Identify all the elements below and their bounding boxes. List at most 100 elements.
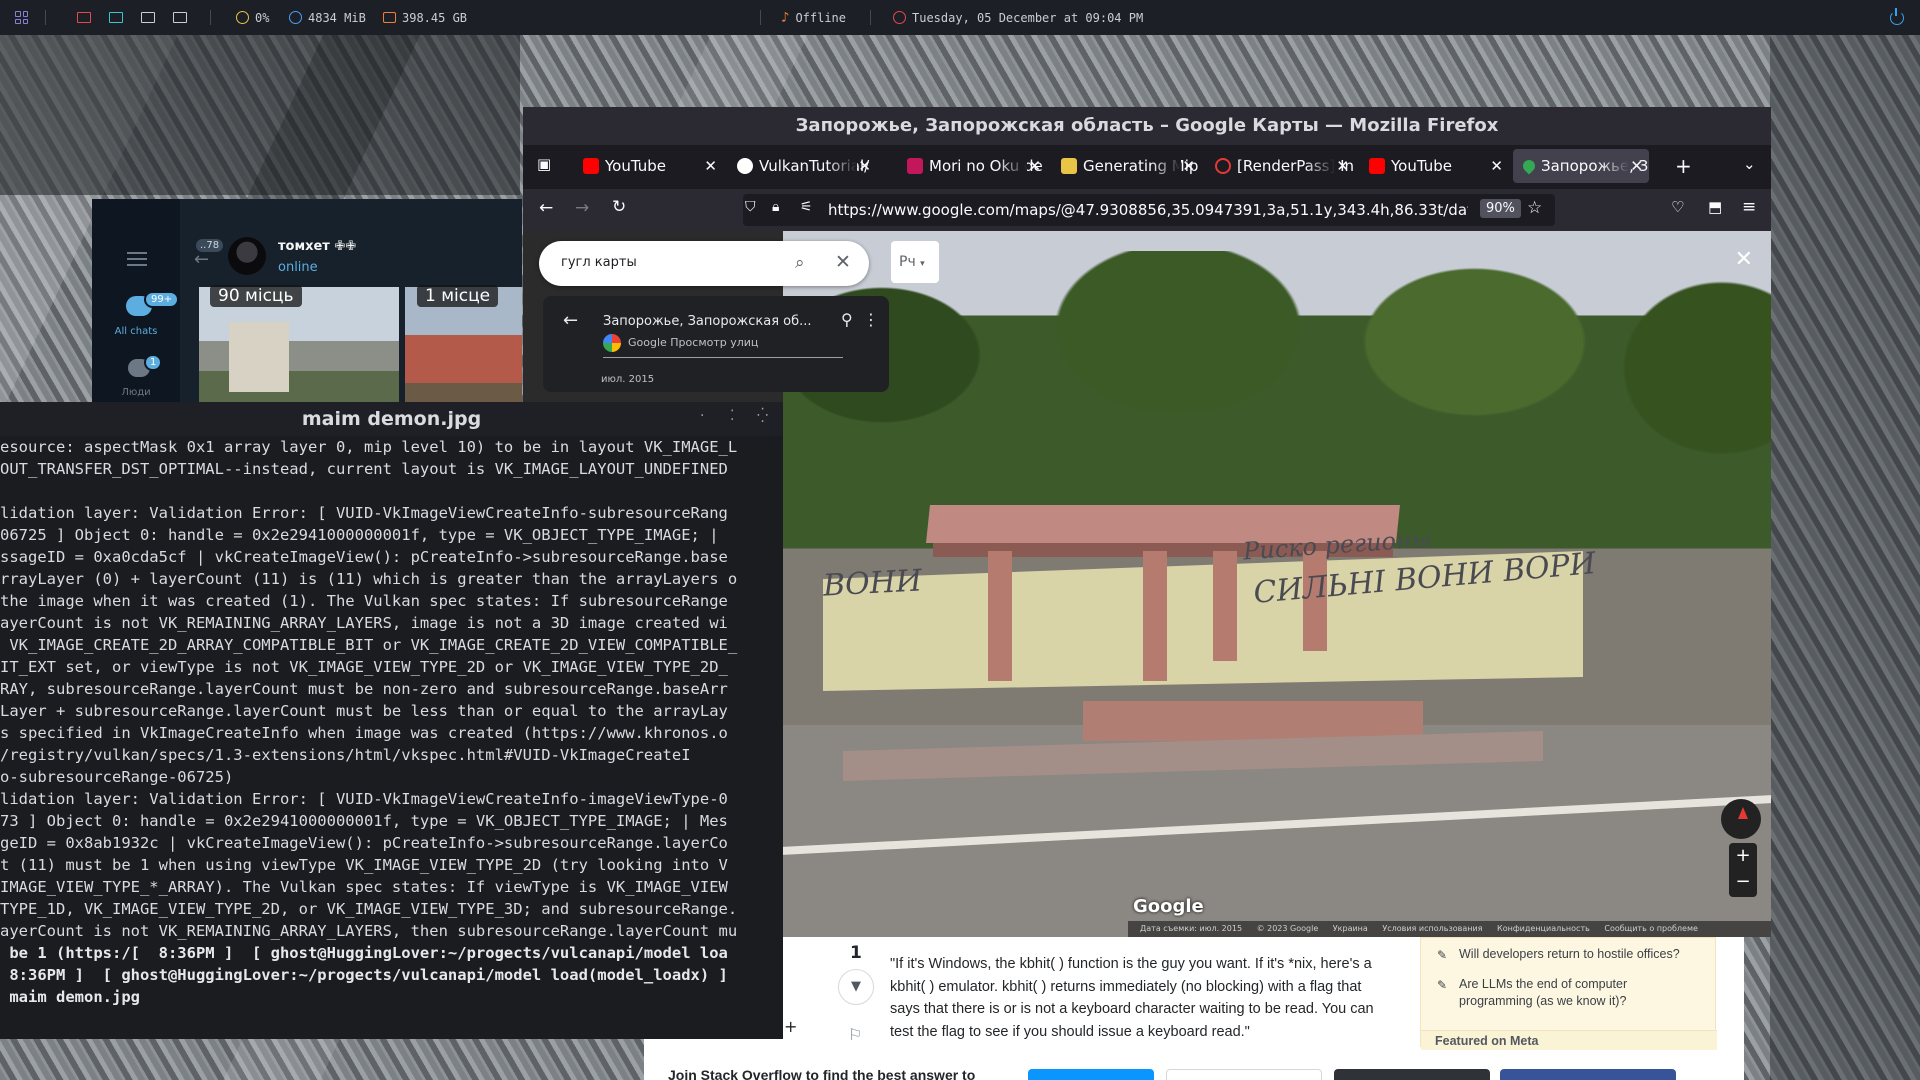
zoom-controls[interactable]: + −	[1729, 843, 1757, 897]
back-icon[interactable]: ←	[539, 198, 553, 218]
close-icon[interactable]: ✕	[1735, 247, 1753, 272]
terminal-line: rrayLayer (0) + layerCount (11) is (11) …	[0, 570, 738, 588]
list-tabs-icon[interactable]: ⌄	[1743, 155, 1756, 173]
close-icon[interactable]: ✕	[1630, 157, 1643, 175]
minimize-icon[interactable]: ·	[700, 408, 704, 424]
terminal-line: ayerCount is not VK_REMAINING_ARRAY_LAYE…	[0, 614, 728, 632]
place-source: Google Просмотр улиц	[628, 336, 759, 349]
tab-mori-no-oku[interactable]: Mori no Oku de ✕	[897, 149, 1047, 183]
street-view-panorama[interactable]: Риско регионы СИЛЬНІ ВОНИ ВОРИ ВОНИ ✕ + −…	[783, 231, 1771, 937]
compass-icon[interactable]	[1721, 799, 1761, 839]
close-icon[interactable]: ✕	[858, 157, 871, 175]
divider	[760, 10, 761, 25]
more-options-icon[interactable]: ⋮	[863, 310, 879, 329]
tab-renderpass[interactable]: [RenderPass] In ✕	[1205, 149, 1355, 183]
close-icon[interactable]: ✕	[1336, 157, 1349, 175]
people-label[interactable]: Люди	[106, 387, 166, 398]
terminal-line: be 1 (https:/[ 8:36PM ] [ ghost@HuggingL…	[0, 944, 728, 962]
power-icon	[1890, 7, 1904, 25]
location-pin-icon[interactable]: ⚲	[841, 310, 853, 329]
terminal-line: IT_EXT set, or viewType is not VK_IMAGE_…	[0, 658, 728, 676]
search-icon[interactable]: ⌕	[795, 253, 805, 273]
place-card[interactable]: ← Запорожье, Запорожская об... Google Пр…	[543, 296, 889, 392]
signup-button[interactable]	[1028, 1069, 1154, 1080]
terminal-line: o-subresourceRange-06725)	[0, 768, 234, 786]
footer-link[interactable]: Украина	[1333, 924, 1368, 933]
terminal-line: ssageID = 0xa0cda5cf | vkCreateImageView…	[0, 548, 728, 566]
terminal-line: 06725 ] Object 0: handle = 0x2e294100000…	[0, 526, 719, 544]
divider	[603, 357, 843, 358]
maximize-icon[interactable]: ⁚	[730, 408, 734, 424]
tab-vulkantutorial[interactable]: VulkanTutorial/ ✕	[727, 149, 877, 183]
shield-icon[interactable]: ⛉	[745, 199, 756, 215]
workspace-1-icon[interactable]	[77, 0, 91, 35]
language-button[interactable]: Рч ▾	[891, 241, 939, 283]
workspace-2-icon[interactable]	[109, 0, 123, 35]
tab-generating-mip[interactable]: Generating Mip ✕	[1051, 149, 1201, 183]
close-icon[interactable]: ✕	[1490, 157, 1503, 175]
terminal-output[interactable]: esource: aspectMask 0x1 array layer 0, m…	[0, 436, 783, 1008]
sidebar-link[interactable]: Will developers return to hostile office…	[1459, 946, 1699, 963]
back-arrow-icon[interactable]: ←	[194, 249, 209, 270]
url-text[interactable]: https://www.google.com/maps/@47.9308856,…	[828, 201, 1468, 219]
forward-icon[interactable]: →	[575, 198, 589, 218]
footer-link[interactable]: Конфиденциальность	[1497, 924, 1590, 933]
permissions-icon[interactable]: ⚟	[800, 199, 813, 215]
contact-name: томхет ✙✙	[278, 239, 357, 254]
music-status[interactable]: ♪ Offline	[781, 0, 846, 35]
datetime: Tuesday, 05 December at 09:04 PM	[912, 10, 1144, 25]
tab-google-maps[interactable]: Запорожье, За ✕	[1513, 149, 1649, 183]
close-icon[interactable]: ✕	[1028, 157, 1041, 175]
bookmark-icon[interactable]: ⚐	[848, 1025, 862, 1044]
maps-pin-icon	[1520, 157, 1538, 175]
terminal-line: ayerCount is not VK_REMAINING_ARRAY_LAYE…	[0, 922, 738, 940]
terminal-line: /registry/vulkan/specs/1.3-extensions/ht…	[0, 746, 691, 764]
sidebar-link[interactable]: Are LLMs the end of computer programming…	[1459, 976, 1699, 1010]
all-chats-label[interactable]: All chats	[106, 326, 166, 337]
tab-overview-icon[interactable]: ▣	[537, 155, 551, 173]
youtube-icon	[583, 158, 599, 174]
close-icon[interactable]: ⁛	[757, 408, 768, 424]
bookmark-star-icon[interactable]: ☆	[1527, 198, 1542, 218]
google-signup-button[interactable]	[1166, 1069, 1322, 1080]
plus-icon[interactable]: +	[784, 1017, 797, 1036]
menu-icon[interactable]	[127, 252, 147, 266]
pillar	[1213, 551, 1237, 661]
divider	[45, 10, 46, 25]
terminal-line: IMAGE_VIEW_TYPE_*_ARRAY). The Vulkan spe…	[0, 878, 728, 896]
back-arrow-icon[interactable]: ←	[563, 310, 578, 331]
menu-icon[interactable]: ≡	[1742, 197, 1756, 217]
terminal-title: maim demon.jpg	[0, 402, 783, 436]
pocket-icon[interactable]: ♡	[1671, 198, 1684, 216]
apps-grid-icon[interactable]	[15, 0, 28, 35]
terminal-window[interactable]: maim demon.jpg · ⁚ ⁛ esource: aspectMask…	[0, 402, 783, 1039]
downvote-button[interactable]: ▼	[838, 969, 874, 1005]
avatar[interactable]	[228, 237, 266, 275]
music-note-icon: ♪	[781, 9, 790, 26]
footer-link[interactable]: Условия использования	[1382, 924, 1482, 933]
close-icon[interactable]: ✕	[1182, 157, 1195, 175]
lock-icon[interactable]: 🔒︎	[772, 199, 779, 215]
maps-search-box[interactable]: гугл карты ⌕ ✕	[539, 241, 869, 286]
close-icon[interactable]: ✕	[704, 157, 717, 175]
place-date[interactable]: июл. 2015	[601, 374, 654, 385]
power-button[interactable]	[1890, 0, 1904, 35]
workspace-3-icon[interactable]	[141, 0, 155, 35]
clock[interactable]: Tuesday, 05 December at 09:04 PM	[893, 0, 1143, 35]
tab-youtube[interactable]: YouTube ✕	[1359, 149, 1509, 183]
youtube-icon	[1369, 158, 1385, 174]
terminal-line: geID = 0x8ab1932c | vkCreateImageView():…	[0, 834, 728, 852]
tab-bar: ▣ YouTube ✕ VulkanTutorial/ ✕ Mori no Ok…	[523, 145, 1771, 189]
zoom-level[interactable]: 90%	[1480, 199, 1521, 218]
reload-icon[interactable]: ↻	[612, 197, 626, 217]
search-query[interactable]: гугл карты	[561, 255, 637, 270]
tab-youtube[interactable]: YouTube ✕	[573, 149, 723, 183]
facebook-signup-button[interactable]	[1500, 1069, 1676, 1080]
copyright: © 2023 Google	[1256, 924, 1319, 933]
extensions-icon[interactable]: ⬒	[1708, 198, 1722, 216]
workspace-4-icon[interactable]	[173, 0, 187, 35]
clear-icon[interactable]: ✕	[835, 251, 851, 273]
footer-link[interactable]: Сообщить о проблеме	[1604, 924, 1698, 933]
github-signup-button[interactable]	[1334, 1069, 1490, 1080]
new-tab-icon[interactable]: +	[1675, 154, 1692, 178]
